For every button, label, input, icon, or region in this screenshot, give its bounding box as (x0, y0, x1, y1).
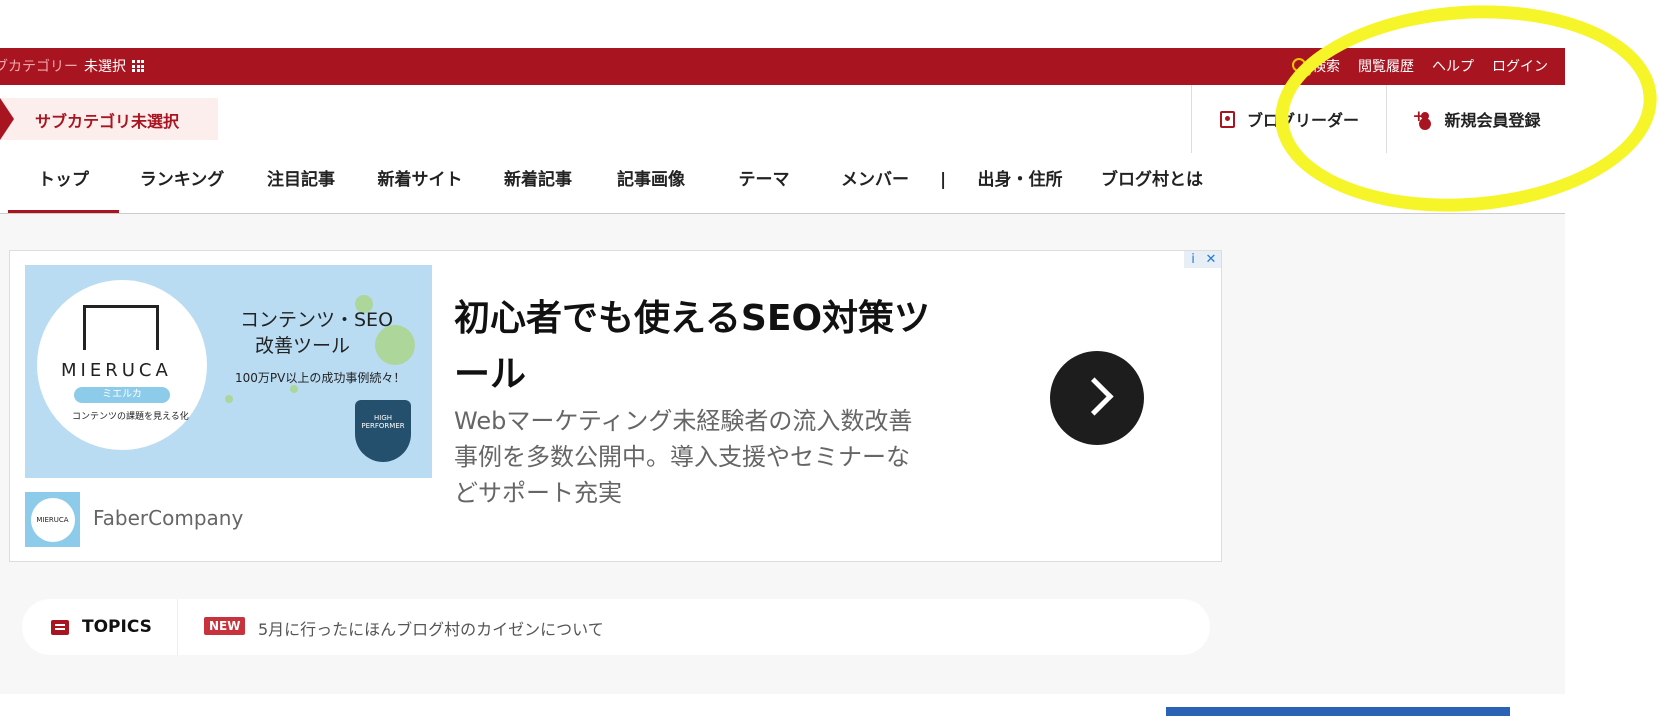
tab-about[interactable]: ブログ村とは (1095, 153, 1209, 213)
top-links: 検索 閲覧履歴 ヘルプ ログイン (1292, 56, 1548, 76)
tab-themes[interactable]: テーマ (722, 153, 806, 213)
image-tagline: 100万PV以上の成功事例続々！ (235, 371, 406, 385)
chevron-right-icon (0, 98, 14, 140)
ad-controls: i ✕ (1184, 251, 1221, 268)
topics-bar: TOPICS NEW 5月に行ったにほんブログ村のカイゼンについて (22, 599, 1210, 655)
new-badge: NEW (204, 617, 246, 635)
category-selector[interactable]: ブカテゴリー 未選択 (0, 56, 144, 76)
subcategory-label: サブカテゴリ未選択 (35, 112, 180, 131)
info-icon[interactable]: i (1184, 251, 1202, 268)
brand-pill: ミエルカ (74, 387, 170, 403)
advertiser-name[interactable]: FaberCompany (93, 506, 243, 530)
image-title-1: コンテンツ・SEO (240, 309, 394, 331)
image-title-2: 改善ツール (255, 335, 351, 357)
ad-image[interactable]: MIERUCA ミエルカ コンテンツの課題を見える化 コンテンツ・SEO 改善ツ… (25, 265, 432, 478)
grid-icon (132, 60, 144, 72)
reader-icon (1219, 110, 1235, 128)
nav-separator: | (940, 170, 947, 190)
chevron-right-icon[interactable] (1050, 351, 1144, 445)
history-link[interactable]: 閲覧履歴 (1358, 56, 1414, 76)
decor-dot (290, 385, 298, 393)
sidebar-ad[interactable] (1166, 705, 1540, 716)
tab-new-sites[interactable]: 新着サイト (370, 153, 470, 213)
login-link[interactable]: ログイン (1492, 56, 1548, 76)
tab-top[interactable]: トップ (8, 153, 119, 213)
mieruca-logo-icon (83, 305, 159, 350)
tab-hometown[interactable]: 出身・住所 (970, 153, 1070, 213)
tab-ranking[interactable]: ランキング (130, 153, 234, 213)
brand-name: MIERUCA (61, 360, 172, 381)
category-label: ブカテゴリー (0, 59, 78, 75)
sub-bar: サブカテゴリ未選択 ブログリーダー 新規会員登録 (0, 85, 1565, 154)
search-link[interactable]: 検索 (1292, 56, 1340, 76)
award-badge: HIGH PERFORMER (355, 400, 411, 462)
topic-link[interactable]: 5月に行ったにほんブログ村のカイゼンについて (258, 616, 604, 640)
tab-featured[interactable]: 注目記事 (258, 153, 344, 213)
search-icon (1292, 58, 1306, 72)
advertiser-logo[interactable]: MIERUCA (25, 492, 80, 547)
ad-banner[interactable]: i ✕ MIERUCA ミエルカ コンテンツの課題を見える化 コンテンツ・SEO… (9, 250, 1222, 562)
divider (177, 599, 178, 655)
page: ブカテゴリー 未選択 検索 閲覧履歴 ヘルプ ログイン サブカテゴリ未選択 ブログ… (0, 0, 1565, 716)
signup-button[interactable]: 新規会員登録 (1386, 85, 1566, 153)
blog-reader-button[interactable]: ブログリーダー (1191, 85, 1387, 153)
signup-label: 新規会員登録 (1444, 111, 1541, 130)
help-link[interactable]: ヘルプ (1432, 56, 1474, 76)
category-value: 未選択 (84, 59, 126, 75)
subcategory-selector[interactable]: サブカテゴリ未選択 (0, 98, 218, 140)
ad-headline[interactable]: 初心者でも使えるSEO対策ツール (454, 291, 954, 403)
tab-members[interactable]: メンバー (832, 153, 918, 213)
content-area: i ✕ MIERUCA ミエルカ コンテンツの課題を見える化 コンテンツ・SEO… (0, 214, 1565, 716)
topics-label: TOPICS (82, 617, 152, 637)
main-nav: トップ ランキング 注目記事 新着サイト 新着記事 記事画像 テーマ メンバー … (0, 153, 1565, 214)
topics-icon (51, 620, 69, 635)
blog-reader-label: ブログリーダー (1246, 111, 1359, 130)
ad-controls (1510, 705, 1540, 716)
ad-description: Webマーケティング未経験者の流入数改善事例を多数公開中。導入支援やセミナーなど… (454, 407, 913, 507)
add-user-icon (1412, 107, 1432, 126)
tab-new-articles[interactable]: 新着記事 (495, 153, 581, 213)
advertiser-logo-text: MIERUCA (30, 497, 75, 542)
decor-dot (225, 395, 233, 403)
top-bar: ブカテゴリー 未選択 検索 閲覧履歴 ヘルプ ログイン (0, 48, 1565, 85)
close-icon[interactable]: ✕ (1202, 251, 1220, 268)
tab-article-images[interactable]: 記事画像 (608, 153, 694, 213)
brand-caption: コンテンツの課題を見える化 (72, 412, 189, 422)
